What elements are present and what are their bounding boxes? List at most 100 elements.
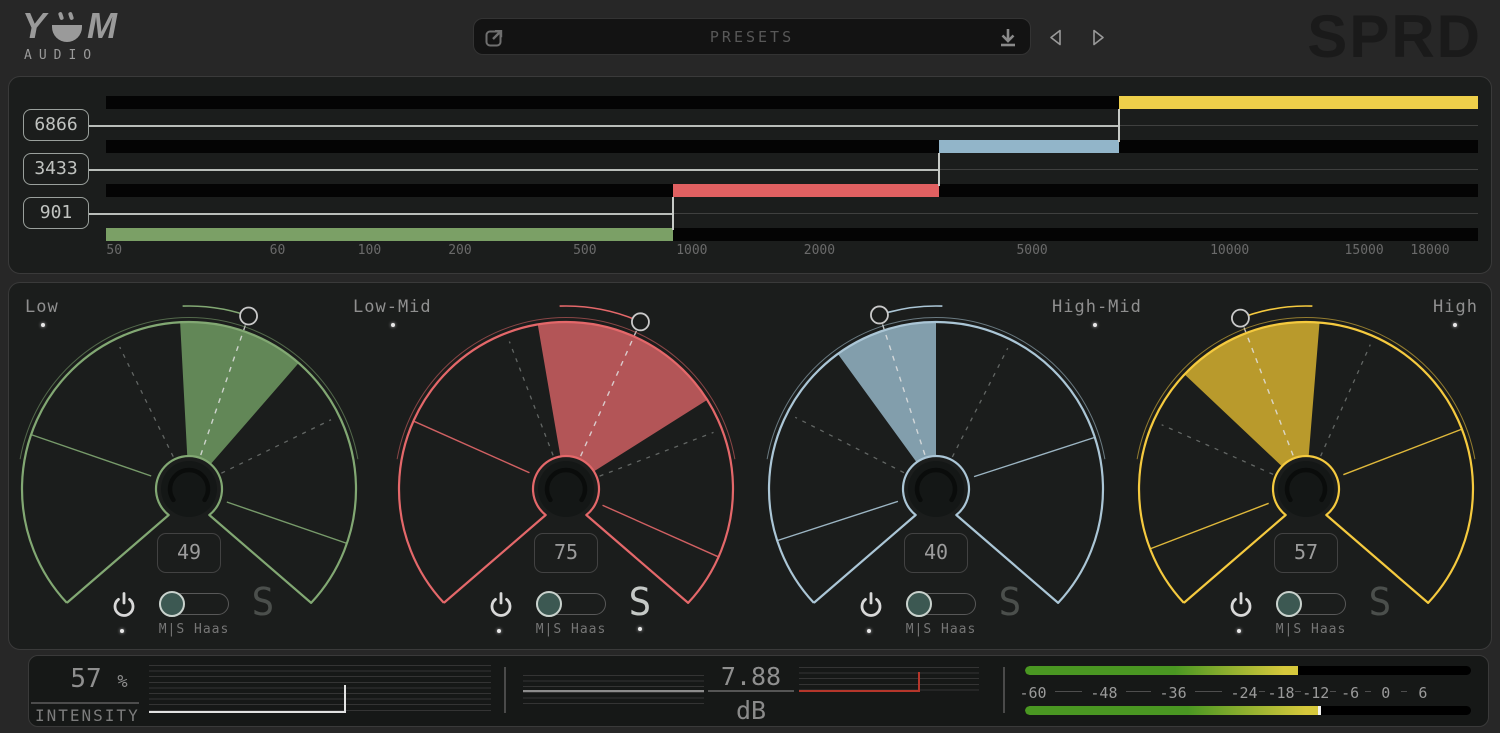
- gain-indicator-line: [799, 690, 918, 692]
- dial-tick-dashed: [120, 347, 173, 457]
- freq-scale-label: 1000: [676, 243, 707, 258]
- band-led: [1453, 323, 1457, 327]
- intensity-slider-fill: [149, 711, 344, 713]
- meter-scale-dash: [1330, 691, 1336, 692]
- meter-scale-dash: [1401, 691, 1407, 692]
- gain-slider-left-line: [523, 690, 704, 692]
- rotation-handle[interactable]: [1232, 310, 1249, 327]
- band-label-low: Low: [25, 297, 59, 317]
- spread-value[interactable]: 57: [1274, 533, 1338, 573]
- freq-band-segment-high-mid[interactable]: [939, 140, 1119, 153]
- spread-value[interactable]: 40: [904, 533, 968, 573]
- crossover-line[interactable]: [89, 213, 673, 215]
- preset-next-button[interactable]: [1089, 27, 1108, 48]
- toggle-knob[interactable]: [536, 591, 562, 617]
- band-label-high-mid: High-Mid: [1052, 297, 1142, 317]
- power-button[interactable]: [487, 591, 515, 619]
- crossover-handle[interactable]: [1118, 109, 1120, 142]
- freq-scale-label: 200: [448, 243, 471, 258]
- crossover-freq-value[interactable]: 3433: [23, 153, 89, 185]
- header: Y M AUDIO PRESETS: [0, 0, 1500, 72]
- toggle-knob[interactable]: [159, 591, 185, 617]
- freq-scale-label: 5000: [1016, 243, 1047, 258]
- crossover-handle[interactable]: [938, 153, 940, 186]
- gain-indicator-handle[interactable]: [918, 672, 921, 692]
- band-label-high: High: [1433, 297, 1478, 317]
- band-led: [41, 323, 45, 327]
- gain-slider-right[interactable]: [799, 667, 979, 692]
- toggle-knob[interactable]: [1276, 591, 1302, 617]
- intensity-value[interactable]: 57 %: [49, 664, 149, 694]
- solo-button[interactable]: S: [1360, 581, 1400, 623]
- sprd-logo: SPRD: [1307, 2, 1482, 71]
- crossover-line[interactable]: [89, 125, 1119, 127]
- ms-haas-toggle[interactable]: [536, 593, 606, 615]
- freq-scale-label: 500: [573, 243, 596, 258]
- gain-value[interactable]: 7.88: [701, 662, 801, 691]
- crossover-freq-value[interactable]: 901: [23, 197, 89, 229]
- bowl-icon: [49, 8, 85, 44]
- spread-value[interactable]: 49: [157, 533, 221, 573]
- rotation-handle[interactable]: [871, 306, 888, 323]
- power-button[interactable]: [1227, 591, 1255, 619]
- range-limit-line: [1343, 429, 1462, 475]
- spread-wedge: [538, 322, 708, 471]
- solo-button[interactable]: S: [243, 581, 283, 623]
- intensity-underline: [31, 702, 139, 704]
- intensity-slider[interactable]: [149, 665, 491, 713]
- brand-subtitle: AUDIO: [22, 48, 172, 63]
- preset-prev-button[interactable]: [1046, 27, 1065, 48]
- brand-word: Y M: [22, 8, 172, 44]
- solo-button[interactable]: S: [990, 581, 1030, 623]
- freq-band-segment-low-mid[interactable]: [673, 184, 939, 197]
- meter-scale-dash: [1195, 691, 1222, 692]
- dial-card-high: 57 M|S HaasS: [1126, 283, 1498, 651]
- ms-haas-toggle[interactable]: [906, 593, 976, 615]
- ms-haas-label: M|S Haas: [124, 622, 264, 637]
- presets-label[interactable]: PRESETS: [474, 28, 1030, 46]
- gain-underline: [708, 690, 794, 692]
- power-button[interactable]: [110, 591, 138, 619]
- power-button[interactable]: [857, 591, 885, 619]
- ms-haas-toggle[interactable]: [1276, 593, 1346, 615]
- footer-divider-1: [504, 667, 506, 713]
- download-icon[interactable]: [998, 27, 1018, 48]
- meter-scale-label: -6: [1341, 684, 1359, 702]
- presets-bar[interactable]: PRESETS: [473, 18, 1031, 55]
- meter-scale-dash: [1259, 691, 1265, 692]
- footer-divider-2: [1003, 667, 1005, 713]
- ms-haas-toggle[interactable]: [159, 593, 229, 615]
- band-led: [391, 323, 395, 327]
- crossover-freq-value[interactable]: 6866: [23, 109, 89, 141]
- range-limit-line: [413, 421, 529, 473]
- toggle-knob[interactable]: [906, 591, 932, 617]
- brand-letter-m: M: [87, 8, 118, 44]
- freq-track-high: [106, 96, 1478, 109]
- band-label-low-mid: Low-Mid: [353, 297, 432, 317]
- crossover-handle[interactable]: [672, 197, 674, 230]
- range-limit-line: [603, 505, 719, 557]
- range-limit-line: [777, 501, 898, 540]
- meter-scale-dash: [1126, 691, 1151, 692]
- meter-scale-label: -12: [1302, 684, 1329, 702]
- range-limit-line: [1150, 503, 1269, 549]
- freq-track-low-mid: [106, 184, 1478, 197]
- freq-scale-label: 60: [270, 243, 286, 258]
- freq-scale-label: 18000: [1410, 243, 1449, 258]
- meter-scale-label: 6: [1418, 684, 1427, 702]
- freq-scale-label: 2000: [804, 243, 835, 258]
- freq-band-segment-high[interactable]: [1119, 96, 1478, 109]
- rotation-handle[interactable]: [240, 307, 257, 324]
- spread-wedge: [838, 322, 936, 462]
- ms-haas-label: M|S Haas: [1241, 622, 1381, 637]
- meter-scale-dash: [1295, 691, 1301, 692]
- meter-scale-label: -24: [1230, 684, 1257, 702]
- spread-wedge: [180, 322, 299, 464]
- rotation-handle[interactable]: [632, 313, 649, 330]
- frequency-crossover-panel: 6866343390150601002005001000200050001000…: [8, 76, 1492, 274]
- freq-band-segment-low[interactable]: [106, 228, 673, 241]
- intensity-slider-handle[interactable]: [344, 685, 347, 713]
- solo-button[interactable]: S: [620, 581, 660, 623]
- crossover-line[interactable]: [89, 169, 939, 171]
- spread-value[interactable]: 75: [534, 533, 598, 573]
